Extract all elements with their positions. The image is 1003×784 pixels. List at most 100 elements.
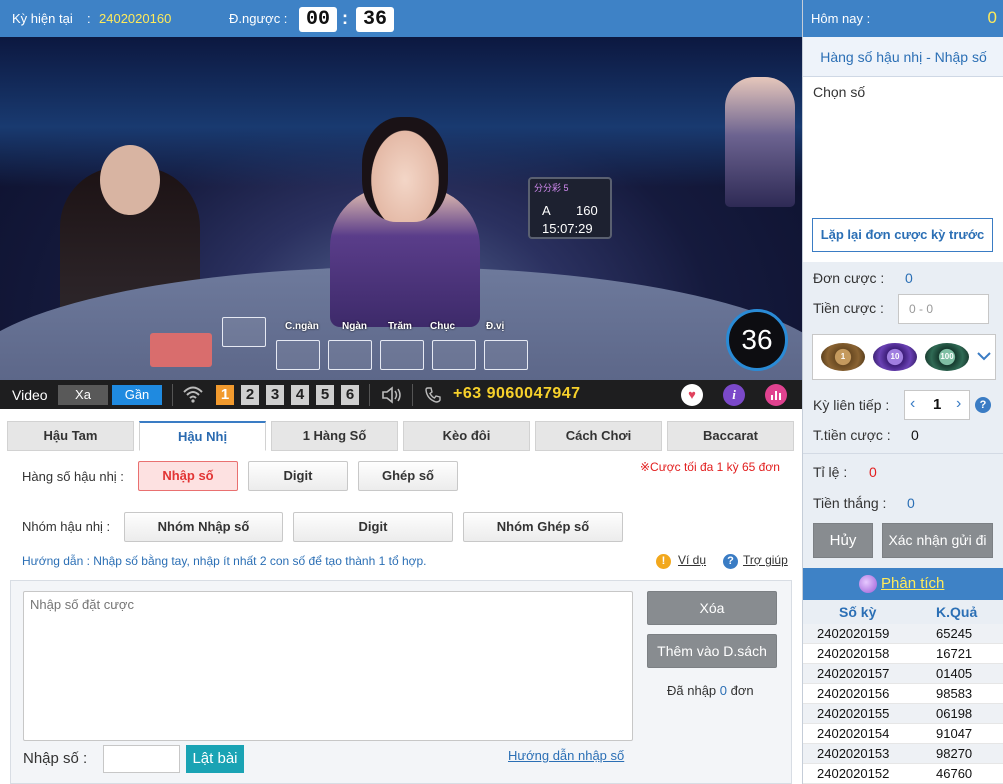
history-col-period: Số kỳ bbox=[839, 604, 877, 620]
history-row: 2402020153 98270 bbox=[803, 744, 1003, 764]
entered-count-prefix: Đã nhập bbox=[667, 683, 717, 698]
chip-1[interactable]: 1 bbox=[821, 343, 865, 371]
amount-input[interactable]: 0 - 0 bbox=[898, 294, 989, 324]
hotline-number: +63 9060047947 bbox=[453, 385, 581, 402]
today-value: 0 bbox=[987, 8, 997, 27]
history-period: 2402020159 bbox=[817, 626, 890, 641]
history-result: 91047 bbox=[936, 726, 973, 741]
mode-ghep-so-button[interactable]: Ghép số bbox=[358, 461, 458, 491]
chevron-left-icon[interactable]: ‹ bbox=[910, 395, 915, 413]
wifi-icon[interactable] bbox=[182, 384, 204, 407]
main-panel: Kỳ hiện tại : 2402020160 Đ.ngược : 00 : … bbox=[0, 0, 802, 784]
history-period: 2402020157 bbox=[817, 666, 890, 681]
bet-numbers-textarea[interactable] bbox=[23, 591, 633, 741]
add-to-list-button[interactable]: Thêm vào D.sách bbox=[647, 634, 777, 668]
consecutive-stepper[interactable]: ‹ 1 › bbox=[904, 390, 970, 420]
example-link[interactable]: Ví dụ bbox=[678, 553, 706, 567]
stats-icon[interactable] bbox=[765, 384, 787, 406]
chevron-down-icon[interactable] bbox=[977, 349, 991, 364]
ratio-value: 0 bbox=[869, 464, 877, 480]
mode-digit-button[interactable]: Digit bbox=[248, 461, 348, 491]
entered-count: Đã nhập 0 đơn bbox=[667, 683, 754, 698]
entered-count-value: 0 bbox=[719, 683, 728, 698]
video-card-label: Đ.vị bbox=[486, 321, 505, 332]
history-result: 16721 bbox=[936, 646, 973, 661]
total-value: 0 bbox=[911, 427, 919, 443]
chip-100[interactable]: 100 bbox=[925, 343, 969, 371]
camera-2-button[interactable]: 2 bbox=[241, 385, 259, 405]
camera-6-button[interactable]: 6 bbox=[341, 385, 359, 405]
video-dealer-head bbox=[362, 117, 448, 222]
video-table-screen: 分分彩 5 A 160 15:07:29 bbox=[528, 177, 612, 239]
near-view-button[interactable]: Gần bbox=[112, 385, 162, 405]
orders-value: 0 bbox=[905, 270, 913, 286]
chevron-right-icon[interactable]: › bbox=[956, 395, 961, 413]
clear-button[interactable]: Xóa bbox=[647, 591, 777, 625]
number-input[interactable] bbox=[103, 745, 180, 773]
today-bar: Hôm nay : 0 bbox=[803, 0, 1003, 37]
bet-slip-panel: Hôm nay : 0 Hàng số hậu nhị - Nhập số Ch… bbox=[802, 0, 1003, 784]
tab-baccarat[interactable]: Baccarat bbox=[667, 421, 794, 451]
repeat-last-bet-button[interactable]: Lặp lại đơn cược kỳ trước bbox=[812, 218, 993, 252]
page: Kỳ hiện tại : 2402020160 Đ.ngược : 00 : … bbox=[0, 0, 1003, 784]
info-icon[interactable]: i bbox=[723, 384, 745, 406]
help-link[interactable]: Trợ giúp bbox=[743, 553, 788, 567]
total-label: T.tiền cược : bbox=[813, 427, 891, 443]
flip-card-button[interactable]: Lật bài bbox=[186, 745, 244, 773]
camera-5-button[interactable]: 5 bbox=[316, 385, 334, 405]
history-period: 2402020156 bbox=[817, 686, 890, 701]
history-col-result: K.Quả bbox=[936, 604, 978, 620]
chip-selector: 1 10 100 bbox=[812, 334, 996, 380]
entered-count-suffix: đơn bbox=[730, 683, 754, 698]
today-label: Hôm nay : bbox=[811, 11, 871, 26]
chip-10[interactable]: 10 bbox=[873, 343, 917, 371]
video-dealer-right bbox=[725, 77, 795, 207]
tab-hau-nhi[interactable]: Hậu Nhị bbox=[139, 421, 266, 451]
max-bet-note: ※Cược tối đa 1 kỳ 65 đơn bbox=[640, 460, 780, 474]
live-video[interactable]: C.ngàn Ngàn Trăm Chục Đ.vị 分分彩 5 A 160 1… bbox=[0, 37, 802, 380]
volume-icon[interactable] bbox=[380, 385, 404, 408]
tab-keo-doi[interactable]: Kèo đôi bbox=[403, 421, 530, 451]
guide-text: Hướng dẫn : Nhập số bằng tay, nhập ít nh… bbox=[22, 554, 427, 568]
screen-time: 15:07:29 bbox=[542, 221, 593, 236]
consecutive-label: Kỳ liên tiếp : bbox=[813, 397, 890, 413]
camera-3-button[interactable]: 3 bbox=[266, 385, 284, 405]
pick-title: Chọn số bbox=[813, 84, 866, 100]
divider bbox=[412, 384, 413, 406]
history-row: 2402020156 98583 bbox=[803, 684, 1003, 704]
group-nhap-so-button[interactable]: Nhóm Nhập số bbox=[124, 512, 283, 542]
video-card-label: Trăm bbox=[388, 321, 412, 332]
warning-icon: ! bbox=[656, 554, 671, 569]
history-row: 2402020159 65245 bbox=[803, 624, 1003, 644]
far-view-button[interactable]: Xa bbox=[58, 385, 108, 405]
history-result: 46760 bbox=[936, 766, 973, 781]
tab-1-hang-so[interactable]: 1 Hàng Số bbox=[271, 421, 398, 451]
group-ghep-so-button[interactable]: Nhóm Ghép số bbox=[463, 512, 623, 542]
favorite-icon[interactable]: ♥ bbox=[681, 384, 703, 406]
history-period: 2402020158 bbox=[817, 646, 890, 661]
phone-icon bbox=[424, 386, 442, 407]
help-icon[interactable]: ? bbox=[975, 397, 991, 413]
cancel-button[interactable]: Hủy bbox=[813, 523, 873, 558]
pick-area: Chọn số Lặp lại đơn cược kỳ trước bbox=[803, 77, 1003, 262]
tab-hau-tam[interactable]: Hậu Tam bbox=[7, 421, 134, 451]
video-card-label: C.ngàn bbox=[285, 321, 319, 332]
mode-nhap-so-button[interactable]: Nhập số bbox=[138, 461, 238, 491]
group-digit-button[interactable]: Digit bbox=[293, 512, 453, 542]
period-value: 2402020160 bbox=[99, 11, 172, 26]
camera-4-button[interactable]: 4 bbox=[291, 385, 309, 405]
analysis-icon bbox=[859, 575, 877, 593]
video-card-slot bbox=[276, 340, 320, 370]
analysis-link[interactable]: Phân tích bbox=[881, 575, 944, 592]
camera-1-button[interactable]: 1 bbox=[216, 385, 234, 405]
number-input-label: Nhập số : bbox=[23, 750, 88, 767]
input-guide-link[interactable]: Hướng dẫn nhập số bbox=[508, 748, 624, 763]
history-row: 2402020152 46760 bbox=[803, 764, 1003, 784]
video-card-box bbox=[150, 333, 212, 367]
win-value: 0 bbox=[907, 495, 915, 511]
confirm-submit-button[interactable]: Xác nhận gửi đi bbox=[882, 523, 993, 558]
amount-label: Tiền cược : bbox=[813, 300, 884, 316]
selected-mode-title: Hàng số hậu nhị - Nhập số bbox=[803, 37, 1003, 77]
history-row: 2402020155 06198 bbox=[803, 704, 1003, 724]
tab-cach-choi[interactable]: Cách Chơi bbox=[535, 421, 662, 451]
